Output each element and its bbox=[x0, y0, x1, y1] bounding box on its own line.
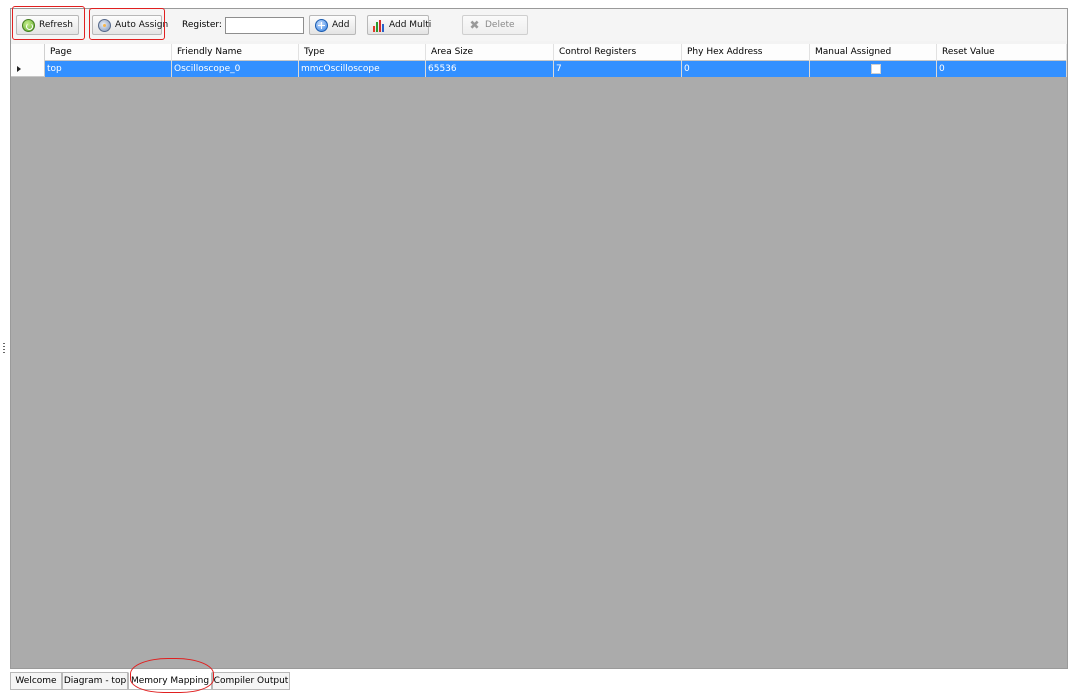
left-gutter bbox=[0, 0, 10, 695]
column-header-friendly-name[interactable]: Friendly Name bbox=[172, 44, 299, 61]
table-row[interactable]: top Oscilloscope_0 mmcOscilloscope 65536… bbox=[11, 61, 1067, 77]
refresh-icon bbox=[22, 18, 35, 32]
plus-circle-icon bbox=[315, 18, 328, 32]
memory-mapping-panel: Refresh Auto Assign Register: Add Add Mu… bbox=[10, 8, 1068, 669]
cell-phy-hex-address[interactable]: 0 bbox=[682, 61, 810, 77]
column-header-manual-assigned[interactable]: Manual Assigned bbox=[810, 44, 937, 61]
row-selector-arrow-icon[interactable] bbox=[11, 61, 45, 77]
manual-assigned-checkbox[interactable] bbox=[871, 64, 881, 74]
row-header-corner bbox=[11, 44, 45, 61]
column-header-control-registers[interactable]: Control Registers bbox=[554, 44, 682, 61]
refresh-button-label: Refresh bbox=[39, 20, 73, 30]
add-multi-button-label: Add Multi bbox=[389, 20, 432, 30]
cell-reset-value[interactable]: 0 bbox=[937, 61, 1067, 77]
refresh-button[interactable]: Refresh bbox=[16, 15, 79, 35]
splitter-grip[interactable] bbox=[3, 343, 5, 355]
column-header-phy-hex-address[interactable]: Phy Hex Address bbox=[682, 44, 810, 61]
add-button[interactable]: Add bbox=[309, 15, 356, 35]
column-header-area-size[interactable]: Area Size bbox=[426, 44, 554, 61]
memory-map-grid[interactable]: Page Friendly Name Type Area Size Contro… bbox=[11, 44, 1067, 668]
column-header-reset-value[interactable]: Reset Value bbox=[937, 44, 1067, 61]
grid-header: Page Friendly Name Type Area Size Contro… bbox=[11, 44, 1067, 61]
cell-area-size[interactable]: 65536 bbox=[426, 61, 554, 77]
cell-control-registers[interactable]: 7 bbox=[554, 61, 682, 77]
auto-assign-button[interactable]: Auto Assign bbox=[92, 15, 168, 35]
column-header-page[interactable]: Page bbox=[45, 44, 172, 61]
auto-assign-button-label: Auto Assign bbox=[115, 20, 169, 30]
add-button-label: Add bbox=[332, 20, 350, 30]
tab-welcome[interactable]: Welcome bbox=[10, 672, 62, 690]
delete-icon: ✖ bbox=[469, 17, 480, 32]
toolbar: Refresh Auto Assign Register: Add Add Mu… bbox=[11, 9, 1067, 41]
cell-friendly-name[interactable]: Oscilloscope_0 bbox=[172, 61, 299, 77]
bar-chart-icon bbox=[373, 19, 385, 32]
cell-manual-assigned[interactable] bbox=[810, 61, 937, 77]
gear-icon bbox=[98, 18, 111, 32]
delete-button-label: Delete bbox=[485, 20, 515, 30]
tab-memory-mapping[interactable]: Memory Mapping bbox=[128, 672, 212, 690]
column-header-type[interactable]: Type bbox=[299, 44, 426, 61]
tab-compiler-output[interactable]: Compiler Output bbox=[212, 672, 290, 690]
add-multi-button[interactable]: Add Multi bbox=[367, 15, 432, 35]
delete-button[interactable]: ✖ Delete bbox=[462, 15, 528, 35]
tab-diagram-top[interactable]: Diagram - top bbox=[62, 672, 128, 690]
register-label: Register: bbox=[182, 20, 222, 30]
cell-type[interactable]: mmcOscilloscope bbox=[299, 61, 426, 77]
register-input[interactable] bbox=[225, 17, 304, 34]
cell-page[interactable]: top bbox=[45, 61, 172, 77]
